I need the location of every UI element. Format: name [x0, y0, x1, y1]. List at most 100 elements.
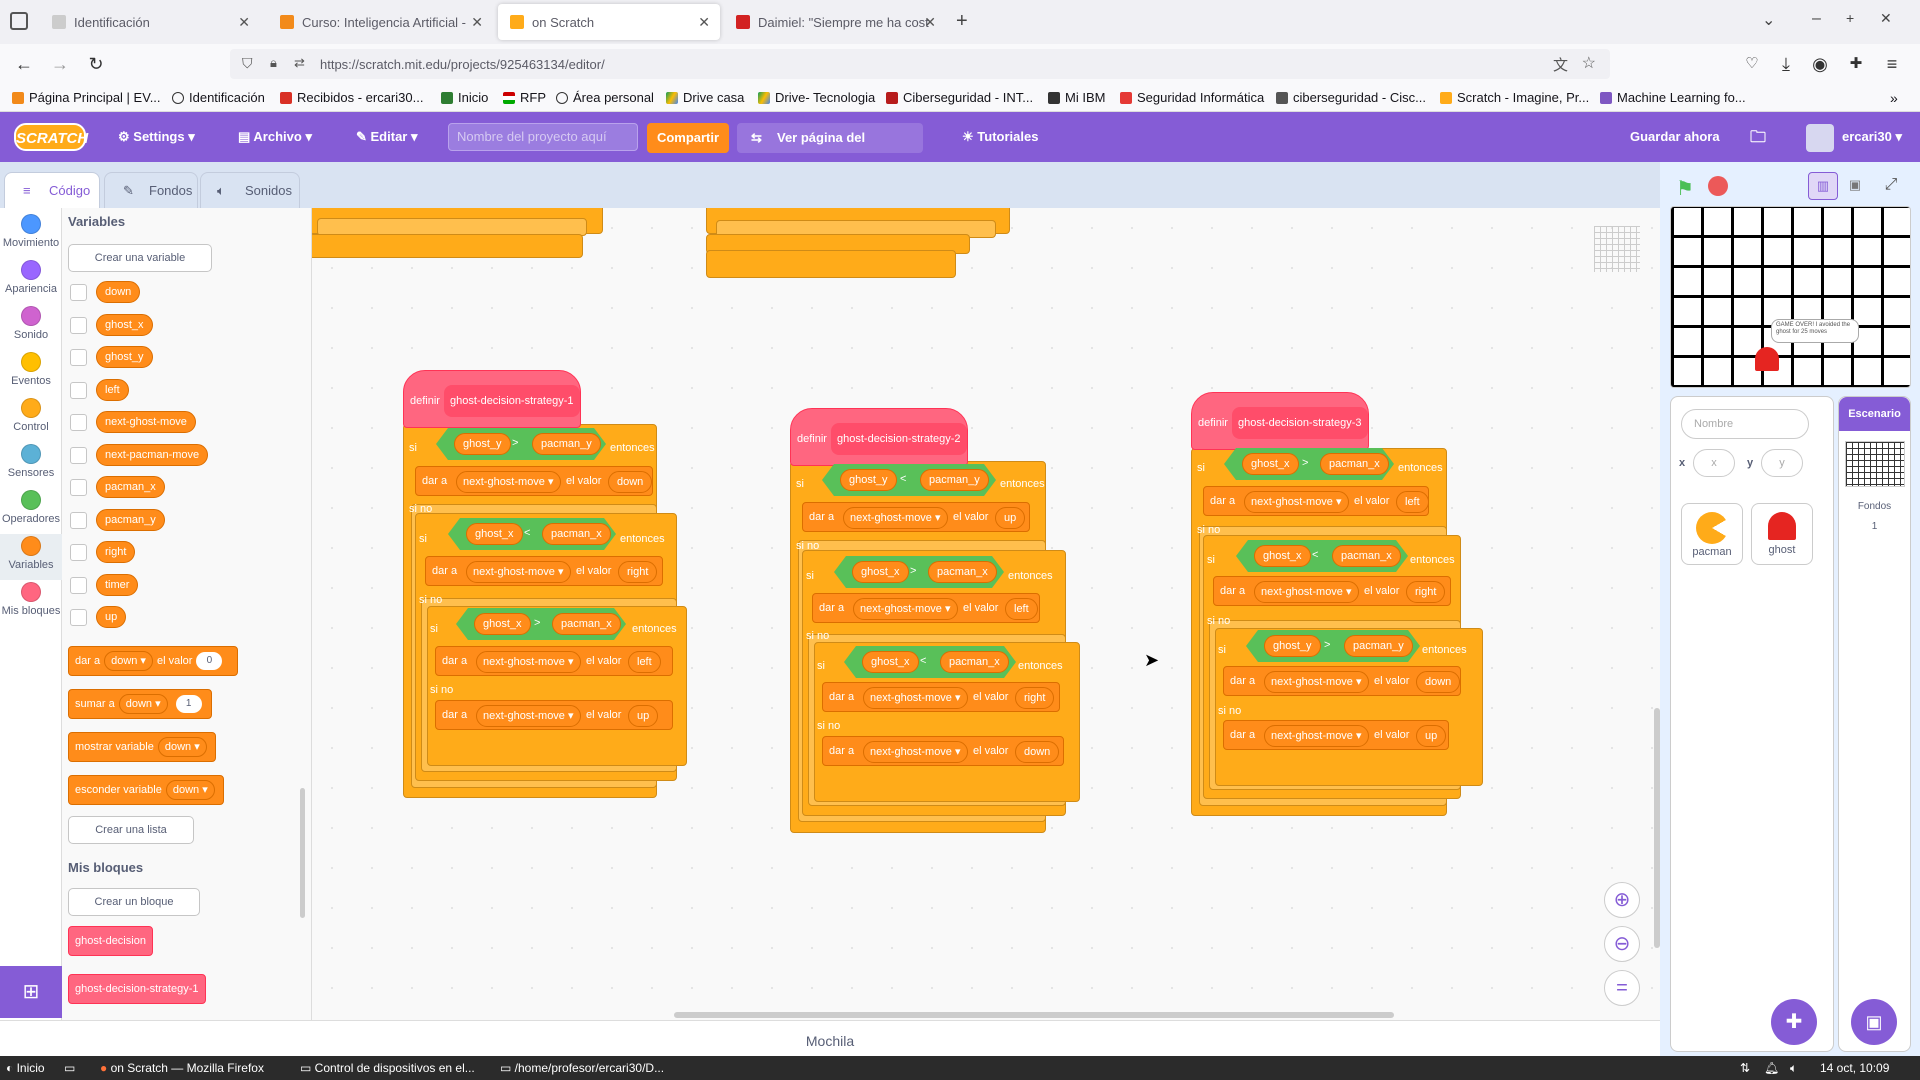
translate-icon[interactable]: 文: [1553, 54, 1568, 75]
variable-reporter[interactable]: up: [995, 507, 1026, 529]
avatar[interactable]: [1806, 124, 1834, 152]
variable-reporter[interactable]: ghost_x: [474, 613, 531, 635]
share-button[interactable]: Compartir: [647, 123, 729, 153]
bookmark-item[interactable]: Inicio: [441, 90, 488, 105]
variable-reporter[interactable]: pacman_x: [940, 651, 1009, 673]
less-than-condition[interactable]: ghost_x < pacman_x: [844, 646, 1016, 678]
variable-checkbox[interactable]: [70, 382, 87, 399]
change-variable-block[interactable]: sumar a down ▾ 1: [68, 689, 212, 719]
set-variable-block[interactable]: dar a next-ghost-move ▾ el valor right: [822, 682, 1060, 712]
variable-reporter[interactable]: pacman_x: [1332, 545, 1401, 567]
reload-icon[interactable]: ↻: [84, 52, 108, 76]
variable-reporter[interactable]: ghost_y: [96, 346, 153, 368]
greater-than-condition[interactable]: ghost_y > pacman_y: [436, 428, 606, 460]
variable-reporter[interactable]: right: [96, 541, 136, 563]
category-motion[interactable]: Movimiento: [0, 214, 62, 249]
lock-icon[interactable]: 🔒︎: [270, 55, 277, 71]
set-variable-block[interactable]: dar a down ▾ el valor 0: [68, 646, 238, 676]
variable-checkbox[interactable]: [70, 349, 87, 366]
bookmark-item[interactable]: Área personal: [556, 90, 654, 105]
set-variable-block[interactable]: dar a next-ghost-move ▾ el valor left: [1203, 486, 1429, 516]
browser-tab-curso[interactable]: Curso: Inteligencia Artificial - ✕: [268, 4, 493, 40]
back-icon[interactable]: ←: [12, 52, 36, 76]
variable-reporter[interactable]: up: [1416, 725, 1447, 747]
create-variable-button[interactable]: Crear una variable: [68, 244, 212, 272]
bookmark-item[interactable]: Ciberseguridad - INT...: [886, 90, 1033, 105]
green-flag-icon[interactable]: ⚑: [1676, 176, 1694, 201]
volume-icon[interactable]: 🔈︎: [1790, 1061, 1797, 1076]
forward-icon[interactable]: →: [48, 52, 72, 76]
backpack-bar[interactable]: Mochila: [0, 1020, 1660, 1060]
tutorials-menu[interactable]: ☀ Tutoriales: [962, 129, 1038, 145]
greater-than-condition[interactable]: ghost_x > pacman_x: [834, 556, 1004, 588]
variable-checkbox[interactable]: [70, 317, 87, 334]
bookmark-item[interactable]: Mi IBM: [1048, 90, 1105, 105]
value-input[interactable]: 1: [175, 695, 202, 714]
set-variable-block[interactable]: dar a next-ghost-move ▾ el valor right: [425, 556, 663, 586]
variable-checkbox[interactable]: [70, 609, 87, 626]
variable-dropdown[interactable]: next-ghost-move ▾: [476, 651, 581, 673]
url-bar[interactable]: ⛉ 🔒︎ ⇄ https://scratch.mit.edu/projects/…: [230, 49, 1610, 79]
less-than-condition[interactable]: ghost_y < pacman_y: [822, 464, 996, 496]
star-icon[interactable]: ☆: [1582, 53, 1596, 73]
set-variable-block[interactable]: dar a next-ghost-move ▾ el valor down: [822, 736, 1064, 766]
set-variable-block[interactable]: dar a next-ghost-move ▾ el valor up: [1223, 720, 1449, 750]
variable-reporter[interactable]: left: [1396, 491, 1429, 513]
variable-reporter[interactable]: ghost_x: [1254, 545, 1311, 567]
project-title-input[interactable]: Nombre del proyecto aquí: [448, 123, 638, 151]
taskbar-item[interactable]: ▭ /home/profesor/ercari30/D...: [500, 1061, 664, 1075]
variable-reporter[interactable]: pacman_x: [542, 523, 611, 545]
start-button[interactable]: ◐ Inicio: [6, 1061, 45, 1075]
x-input[interactable]: x: [1693, 449, 1735, 477]
bookmark-item[interactable]: Recibidos - ercari30...: [280, 90, 423, 105]
category-variables[interactable]: Variables: [0, 534, 62, 580]
zoom-in-button[interactable]: ⊕: [1604, 882, 1640, 918]
variable-reporter[interactable]: right: [618, 561, 658, 583]
extensions-icon[interactable]: ✚: [1844, 52, 1868, 76]
small-stage-button[interactable]: ▥: [1808, 172, 1838, 200]
variable-reporter[interactable]: down: [1416, 671, 1461, 693]
chevron-down-icon[interactable]: ⌄: [1762, 10, 1775, 30]
greater-than-condition[interactable]: ghost_x > pacman_x: [456, 608, 626, 640]
palette-scrollbar[interactable]: [300, 788, 305, 918]
network-icon[interactable]: ⇅: [1740, 1061, 1750, 1075]
define-block[interactable]: definir ghost-decision-strategy-2: [790, 408, 968, 466]
variable-checkbox[interactable]: [70, 544, 87, 561]
greater-than-condition[interactable]: ghost_x > pacman_x: [1224, 448, 1394, 480]
variable-dropdown[interactable]: next-ghost-move ▾: [456, 471, 561, 493]
close-icon[interactable]: ✕: [924, 14, 936, 31]
zoom-reset-button[interactable]: =: [1604, 970, 1640, 1006]
stop-icon[interactable]: [1708, 176, 1728, 196]
variable-dropdown[interactable]: down ▾: [118, 694, 168, 714]
variable-reporter[interactable]: ghost_y: [454, 433, 511, 455]
category-my-blocks[interactable]: Mis bloques: [0, 582, 62, 617]
less-than-condition[interactable]: ghost_x < pacman_x: [448, 518, 616, 550]
maximize-icon[interactable]: +: [1846, 10, 1854, 26]
variable-dropdown[interactable]: down ▾: [157, 737, 207, 757]
taskbar-item[interactable]: ▭ Control de dispositivos en el...: [300, 1061, 475, 1075]
close-window-icon[interactable]: ✕: [1880, 10, 1892, 27]
vertical-scrollbar[interactable]: [1654, 708, 1660, 948]
variable-checkbox[interactable]: [70, 577, 87, 594]
create-block-button[interactable]: Crear un bloque: [68, 888, 200, 916]
add-extension-button[interactable]: ⊞: [0, 966, 62, 1018]
bookmark-item[interactable]: Scratch - Imagine, Pr...: [1440, 90, 1589, 105]
set-variable-block[interactable]: dar a next-ghost-move ▾ el valor down: [1223, 666, 1461, 696]
taskbar-item[interactable]: ● on Scratch — Mozilla Firefox: [100, 1061, 264, 1075]
sprite-thumb-pacman[interactable]: pacman: [1681, 503, 1743, 565]
partial-script-block[interactable]: [312, 234, 583, 258]
variable-reporter[interactable]: ghost_x: [852, 561, 909, 583]
variable-reporter[interactable]: down: [1015, 741, 1060, 763]
variable-reporter[interactable]: ghost_x: [862, 651, 919, 673]
variable-reporter[interactable]: next-pacman-move: [96, 444, 209, 466]
user-menu[interactable]: ercari30 ▾: [1842, 129, 1902, 145]
hide-variable-block[interactable]: esconder variable down ▾: [68, 775, 224, 805]
fullscreen-button[interactable]: ⤢: [1876, 172, 1906, 200]
tab-sounds[interactable]: 🔈︎ Sonidos: [200, 172, 300, 208]
notifications-icon[interactable]: 🔔︎: [1764, 1061, 1779, 1075]
variable-reporter[interactable]: ghost_x: [96, 314, 153, 336]
tab-costumes[interactable]: ✎ Fondos: [104, 172, 198, 208]
variable-dropdown[interactable]: next-ghost-move ▾: [1264, 725, 1369, 747]
browser-tab-daimiel[interactable]: Daimiel: "Siempre me ha cost ✕: [724, 4, 946, 40]
variable-reporter[interactable]: right: [1015, 687, 1055, 709]
